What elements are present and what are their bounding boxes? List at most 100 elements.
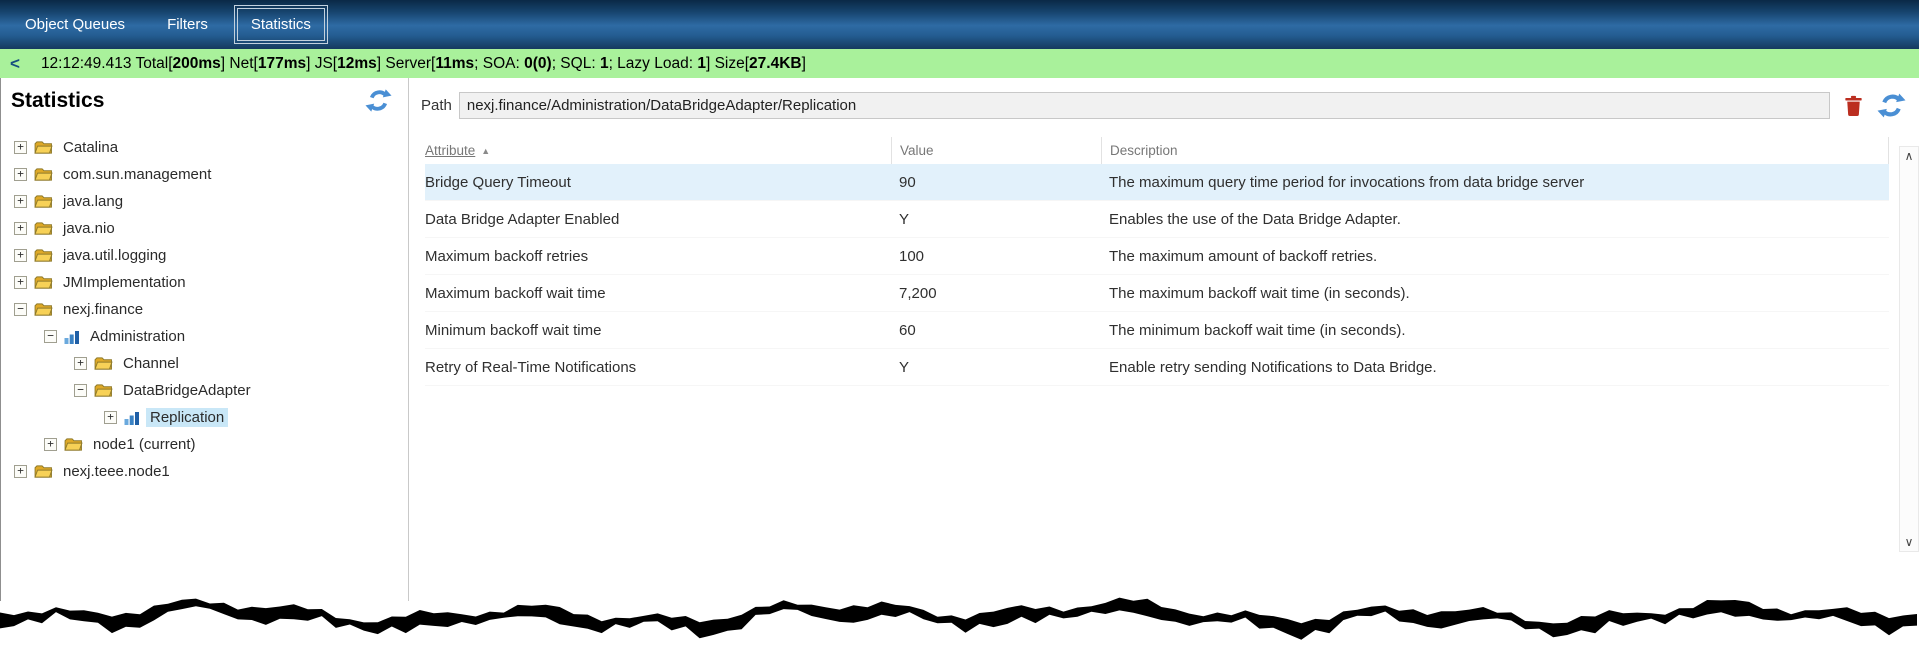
trash-button[interactable] — [1842, 94, 1865, 117]
statistics-tree: + Catalina + com.sun.management + — [1, 134, 408, 485]
refresh-icon — [1877, 91, 1906, 120]
back-arrow[interactable]: < — [10, 54, 20, 74]
main-content: Statistics + — [0, 78, 1919, 601]
status-segment: ; SOA: — [474, 55, 524, 72]
cell-value: 100 — [891, 248, 1101, 265]
expand-toggle[interactable]: + — [14, 141, 27, 154]
tree-item-label: JMImplementation — [59, 273, 190, 292]
refresh-icon[interactable] — [365, 87, 392, 114]
expand-toggle[interactable]: + — [14, 222, 27, 235]
tree-item-jmimplementation[interactable]: + JMImplementation — [1, 269, 408, 296]
folder-icon — [64, 437, 83, 452]
tree-item-label: Replication — [146, 408, 228, 427]
tree-item-label: java.util.logging — [59, 246, 170, 265]
table-body: Bridge Query Timeout 90 The maximum quer… — [425, 164, 1889, 386]
table-row[interactable]: Data Bridge Adapter Enabled Y Enables th… — [425, 201, 1889, 238]
cell-description: The maximum query time period for invoca… — [1101, 174, 1889, 191]
expand-toggle[interactable]: − — [14, 303, 27, 316]
tree-item-label: nexj.finance — [59, 300, 147, 319]
expand-toggle[interactable]: + — [44, 438, 57, 451]
tab-statistics[interactable]: Statistics — [237, 8, 325, 41]
scroll-up-icon[interactable]: ∧ — [1905, 150, 1914, 162]
folder-icon — [94, 356, 113, 371]
column-header-label: Description — [1110, 143, 1178, 158]
expand-toggle[interactable]: + — [74, 357, 87, 370]
path-label: Path — [421, 97, 452, 114]
refresh-button[interactable] — [1877, 91, 1906, 120]
cell-attribute: Bridge Query Timeout — [425, 174, 891, 191]
tree-item-java-util-logging[interactable]: + java.util.logging — [1, 242, 408, 269]
tab-object-queues[interactable]: Object Queues — [12, 9, 138, 40]
status-segment: 11ms — [435, 55, 474, 72]
status-text: 12:12:49.413 Total[200ms] Net[177ms] JS[… — [41, 55, 806, 73]
table-row[interactable]: Minimum backoff wait time 60 The minimum… — [425, 312, 1889, 349]
chart-icon — [124, 411, 140, 425]
vertical-scrollbar[interactable]: ∧ ∨ — [1899, 146, 1919, 552]
expand-toggle[interactable]: + — [104, 411, 117, 424]
tree-item-label: Catalina — [59, 138, 122, 157]
expand-toggle[interactable]: + — [14, 195, 27, 208]
status-segment: 1 — [600, 55, 609, 72]
cell-value: Y — [891, 211, 1101, 228]
attributes-table: Attribute ▲ Value Description Bridge Que… — [425, 137, 1889, 386]
expand-toggle[interactable]: − — [44, 330, 57, 343]
status-segment: ] Net[ — [221, 55, 258, 72]
column-header-label: Attribute — [425, 143, 475, 158]
tree-item-label: nexj.teee.node1 — [59, 462, 174, 481]
expand-toggle[interactable]: + — [14, 276, 27, 289]
scroll-down-icon[interactable]: ∨ — [1905, 536, 1914, 548]
tree-item-label: DataBridgeAdapter — [119, 381, 255, 400]
tree-item-label: java.lang — [59, 192, 127, 211]
tree-item-channel[interactable]: + Channel — [1, 350, 408, 377]
folder-icon — [34, 275, 53, 290]
cell-description: Enables the use of the Data Bridge Adapt… — [1101, 211, 1889, 228]
cell-value: 90 — [891, 174, 1101, 191]
status-segment: ] Size[ — [706, 55, 749, 72]
tree-item-node1-current[interactable]: + node1 (current) — [1, 431, 408, 458]
expand-toggle[interactable]: + — [14, 168, 27, 181]
column-header-value[interactable]: Value — [891, 137, 1101, 164]
table-row[interactable]: Maximum backoff wait time 7,200 The maxi… — [425, 275, 1889, 312]
cell-description: The minimum backoff wait time (in second… — [1101, 322, 1889, 339]
folder-icon — [34, 302, 53, 317]
expand-toggle[interactable]: + — [14, 249, 27, 262]
table-header-row: Attribute ▲ Value Description — [425, 137, 1889, 164]
cell-attribute: Maximum backoff retries — [425, 248, 891, 265]
status-segment: 1 — [697, 55, 706, 72]
tree-item-label: node1 (current) — [89, 435, 200, 454]
cell-value: 60 — [891, 322, 1101, 339]
tree-item-nexj-finance[interactable]: − nexj.finance — [1, 296, 408, 323]
expand-toggle[interactable]: − — [74, 384, 87, 397]
tree-item-com-sun-management[interactable]: + com.sun.management — [1, 161, 408, 188]
status-segment: 200ms — [173, 55, 221, 72]
expand-toggle[interactable]: + — [14, 465, 27, 478]
column-header-description[interactable]: Description — [1101, 137, 1888, 164]
table-row[interactable]: Retry of Real-Time Notifications Y Enabl… — [425, 349, 1889, 386]
status-segment: 12ms — [337, 55, 377, 72]
tree-item-replication[interactable]: + Replication — [1, 404, 408, 431]
status-bar: < 12:12:49.413 Total[200ms] Net[177ms] J… — [0, 49, 1919, 78]
cell-value: 7,200 — [891, 285, 1101, 302]
cell-attribute: Minimum backoff wait time — [425, 322, 891, 339]
tree-item-label: Administration — [86, 327, 189, 346]
tree-item-label: com.sun.management — [59, 165, 215, 184]
tab-filters[interactable]: Filters — [154, 9, 221, 40]
tree-item-catalina[interactable]: + Catalina — [1, 134, 408, 161]
tree-item-databridgeadapter[interactable]: − DataBridgeAdapter — [1, 377, 408, 404]
cell-attribute: Retry of Real-Time Notifications — [425, 359, 891, 376]
table-row[interactable]: Bridge Query Timeout 90 The maximum quer… — [425, 164, 1889, 201]
tree-item-java-nio[interactable]: + java.nio — [1, 215, 408, 242]
status-segment: 177ms — [258, 55, 306, 72]
tree-item-administration[interactable]: − Administration — [1, 323, 408, 350]
table-row[interactable]: Maximum backoff retries 100 The maximum … — [425, 238, 1889, 275]
cell-attribute: Maximum backoff wait time — [425, 285, 891, 302]
tree-item-java-lang[interactable]: + java.lang — [1, 188, 408, 215]
tree-item-nexj-teee-node1[interactable]: + nexj.teee.node1 — [1, 458, 408, 485]
tab-label: Object Queues — [25, 16, 125, 33]
status-segment: 12:12:49.413 Total[ — [41, 55, 173, 72]
path-input[interactable] — [459, 92, 1830, 119]
refresh-icon — [365, 87, 392, 114]
column-header-attribute[interactable]: Attribute ▲ — [425, 137, 891, 164]
panel-title: Statistics — [11, 89, 104, 113]
tab-label: Filters — [167, 16, 208, 33]
